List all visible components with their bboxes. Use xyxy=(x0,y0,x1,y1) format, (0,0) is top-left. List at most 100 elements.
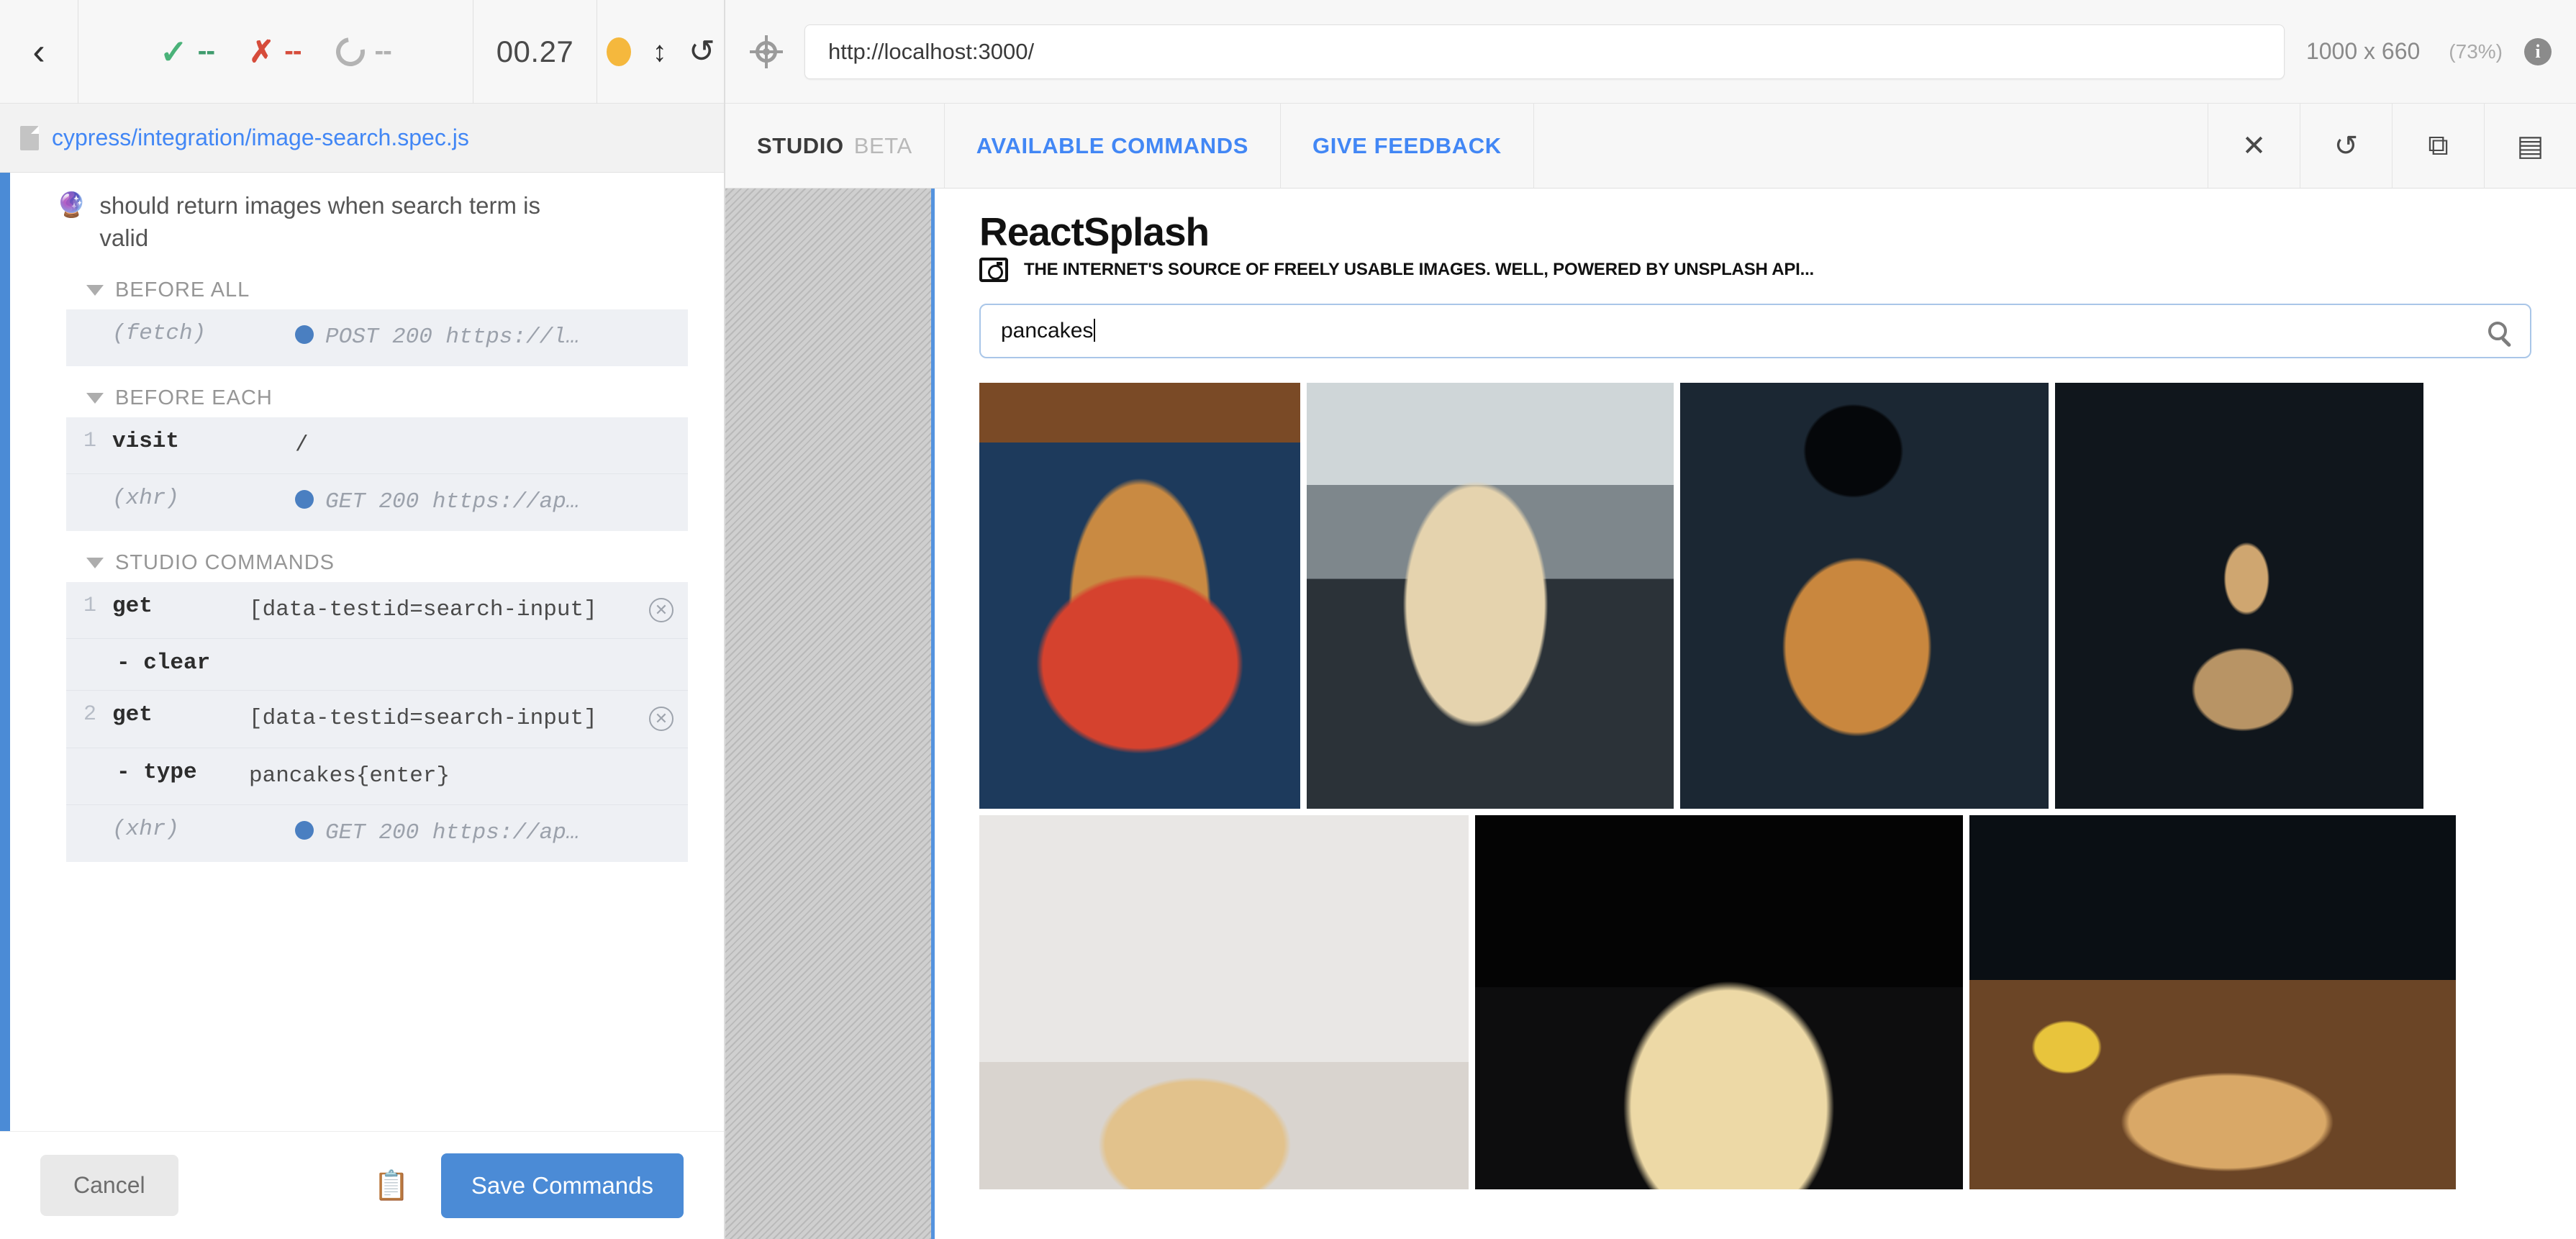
hook-header[interactable]: BEFORE ALL xyxy=(0,274,724,309)
command-row[interactable]: 2 get [data-testid=search-input] ✕ xyxy=(66,690,688,748)
reporter-panel: ‹ ✓ -- ✗ -- -- 00.27 ↕ ↻ cypress/integra… xyxy=(0,0,725,1239)
step-icon[interactable]: ↕ xyxy=(653,37,667,66)
hook-header[interactable]: STUDIO COMMANDS xyxy=(0,547,724,582)
hook-commands: 1 get [data-testid=search-input] ✕ - cle… xyxy=(66,581,688,862)
remove-command-button[interactable]: ✕ xyxy=(649,707,674,732)
hook-studio-commands: STUDIO COMMANDS 1 get [data-testid=searc… xyxy=(0,547,724,862)
photo-pancakes-red-plate xyxy=(979,383,1300,809)
info-icon[interactable]: i xyxy=(2524,37,2552,65)
file-icon xyxy=(20,125,39,150)
command-number: 1 xyxy=(83,593,96,618)
test-stats: ✓ -- ✗ -- -- xyxy=(78,0,473,104)
xhr-status-dot xyxy=(295,490,314,509)
active-test-rail xyxy=(0,173,10,1131)
result-image[interactable] xyxy=(1307,383,1674,809)
command-row[interactable]: (xhr) GET 200 https://ap… xyxy=(66,804,688,862)
xhr-status-dot xyxy=(295,325,314,345)
give-feedback-link[interactable]: GIVE FEEDBACK xyxy=(1281,104,1534,188)
command-message: GET 200 https://ap… xyxy=(295,486,688,519)
available-commands-link[interactable]: AVAILABLE COMMANDS xyxy=(945,104,1281,188)
camera-icon xyxy=(979,258,1008,282)
hook-header[interactable]: BEFORE EACH xyxy=(0,382,724,417)
stage-background xyxy=(725,189,931,1239)
photo-tall-stack xyxy=(1475,815,1963,1189)
result-image[interactable] xyxy=(1475,815,1963,1189)
test-title-row[interactable]: 🔮 should return images when search term … xyxy=(0,183,724,258)
magic-wand-icon: 🔮 xyxy=(56,191,87,219)
hook-label: BEFORE EACH xyxy=(115,386,273,409)
spec-file-bar[interactable]: cypress/integration/image-search.spec.js xyxy=(0,104,724,173)
result-image[interactable] xyxy=(1969,815,2456,1189)
crosshair-icon[interactable] xyxy=(750,35,783,68)
runner-panel: http://localhost:3000/ 1000 x 660 (73%) … xyxy=(725,0,2576,1239)
photo-syrup-pour xyxy=(1680,383,2049,809)
x-icon: ✗ xyxy=(249,34,275,68)
stat-pending: -- xyxy=(319,31,409,72)
command-row[interactable]: 1 get [data-testid=search-input] ✕ xyxy=(66,581,688,639)
copy-icon[interactable]: 📋 xyxy=(373,1171,409,1200)
command-log: 🔮 should return images when search term … xyxy=(0,173,724,1131)
chevron-down-icon xyxy=(86,392,104,404)
copy-icon[interactable]: ⧉ xyxy=(2392,104,2484,188)
cancel-button[interactable]: Cancel xyxy=(40,1155,178,1216)
command-number: 1 xyxy=(83,428,96,453)
pending-count: -- xyxy=(374,36,392,66)
close-icon[interactable]: ✕ xyxy=(2208,104,2300,188)
hook-commands: (fetch) POST 200 https://l… xyxy=(66,309,688,366)
result-image[interactable] xyxy=(2055,383,2423,809)
command-name: - clear xyxy=(117,650,211,676)
command-message: [data-testid=search-input] xyxy=(249,596,597,622)
save-commands-button[interactable]: Save Commands xyxy=(440,1153,684,1218)
result-image[interactable] xyxy=(979,815,1469,1189)
page-title: ReactSplash xyxy=(979,209,1210,254)
cypress-test-runner: ‹ ✓ -- ✗ -- -- 00.27 ↕ ↻ cypress/integra… xyxy=(0,0,2576,1239)
photo-pancakes-berries xyxy=(1307,383,1674,809)
search-icon[interactable] xyxy=(2488,322,2507,340)
url-bar: http://localhost:3000/ 1000 x 660 (73%) … xyxy=(725,0,2576,104)
test-title: should return images when search term is… xyxy=(99,192,540,251)
chevron-down-icon xyxy=(86,285,104,296)
chevron-left-icon: ‹ xyxy=(32,30,45,73)
spec-file-name[interactable]: cypress/integration/image-search.spec.js xyxy=(52,124,469,151)
command-row[interactable]: - clear xyxy=(66,638,688,691)
hook-label: BEFORE ALL xyxy=(115,278,250,302)
command-row[interactable]: 1 visit / xyxy=(66,417,688,474)
viewport-zoom: (73%) xyxy=(2449,40,2503,63)
command-row[interactable]: - type pancakes{enter} xyxy=(66,747,688,805)
search-text: pancakes xyxy=(1001,319,1094,342)
result-image[interactable] xyxy=(979,383,1300,809)
xhr-status-dot xyxy=(295,821,314,840)
search-input[interactable]: pancakes xyxy=(979,304,2531,358)
restart-icon[interactable]: ↺ xyxy=(2300,104,2392,188)
command-name: (xhr) xyxy=(112,817,180,843)
command-name: (xhr) xyxy=(112,486,180,512)
remove-command-button[interactable]: ✕ xyxy=(649,597,674,622)
studio-bar: STUDIO BETA AVAILABLE COMMANDS GIVE FEED… xyxy=(725,104,2576,189)
command-name: - type xyxy=(117,759,197,785)
photo-marble-raspberries xyxy=(979,815,1469,1189)
command-message-text: GET 200 https://ap… xyxy=(325,489,580,515)
result-image[interactable] xyxy=(1680,383,2049,809)
page-tagline-row: THE INTERNET'S SOURCE OF FREELY USABLE I… xyxy=(979,258,2531,304)
command-message: POST 200 https://l… xyxy=(295,321,688,355)
stat-passed: ✓ -- xyxy=(142,35,232,68)
save-icon[interactable]: ▤ xyxy=(2484,104,2576,188)
aut-stage: ReactSplash THE INTERNET'S SOURCE OF FRE… xyxy=(725,189,2576,1239)
viewport-size: 1000 x 660 xyxy=(2305,38,2421,64)
run-controls: ↕ ↻ xyxy=(597,0,724,104)
check-icon: ✓ xyxy=(160,32,188,71)
stat-failed: ✗ -- xyxy=(232,36,319,67)
studio-label: STUDIO xyxy=(757,132,844,158)
restart-icon[interactable]: ↻ xyxy=(689,34,715,69)
pause-dot-icon[interactable] xyxy=(606,37,631,66)
url-input[interactable]: http://localhost:3000/ xyxy=(804,24,2285,79)
passed-count: -- xyxy=(197,36,215,66)
command-row[interactable]: (xhr) GET 200 https://ap… xyxy=(66,473,688,531)
command-name: get xyxy=(112,593,153,619)
studio-brand: STUDIO BETA xyxy=(725,104,945,188)
chevron-down-icon xyxy=(86,557,104,568)
command-message-text: POST 200 https://l… xyxy=(325,324,580,350)
command-row[interactable]: (fetch) POST 200 https://l… xyxy=(66,309,688,366)
back-button[interactable]: ‹ xyxy=(0,0,78,104)
command-name: visit xyxy=(112,428,180,454)
